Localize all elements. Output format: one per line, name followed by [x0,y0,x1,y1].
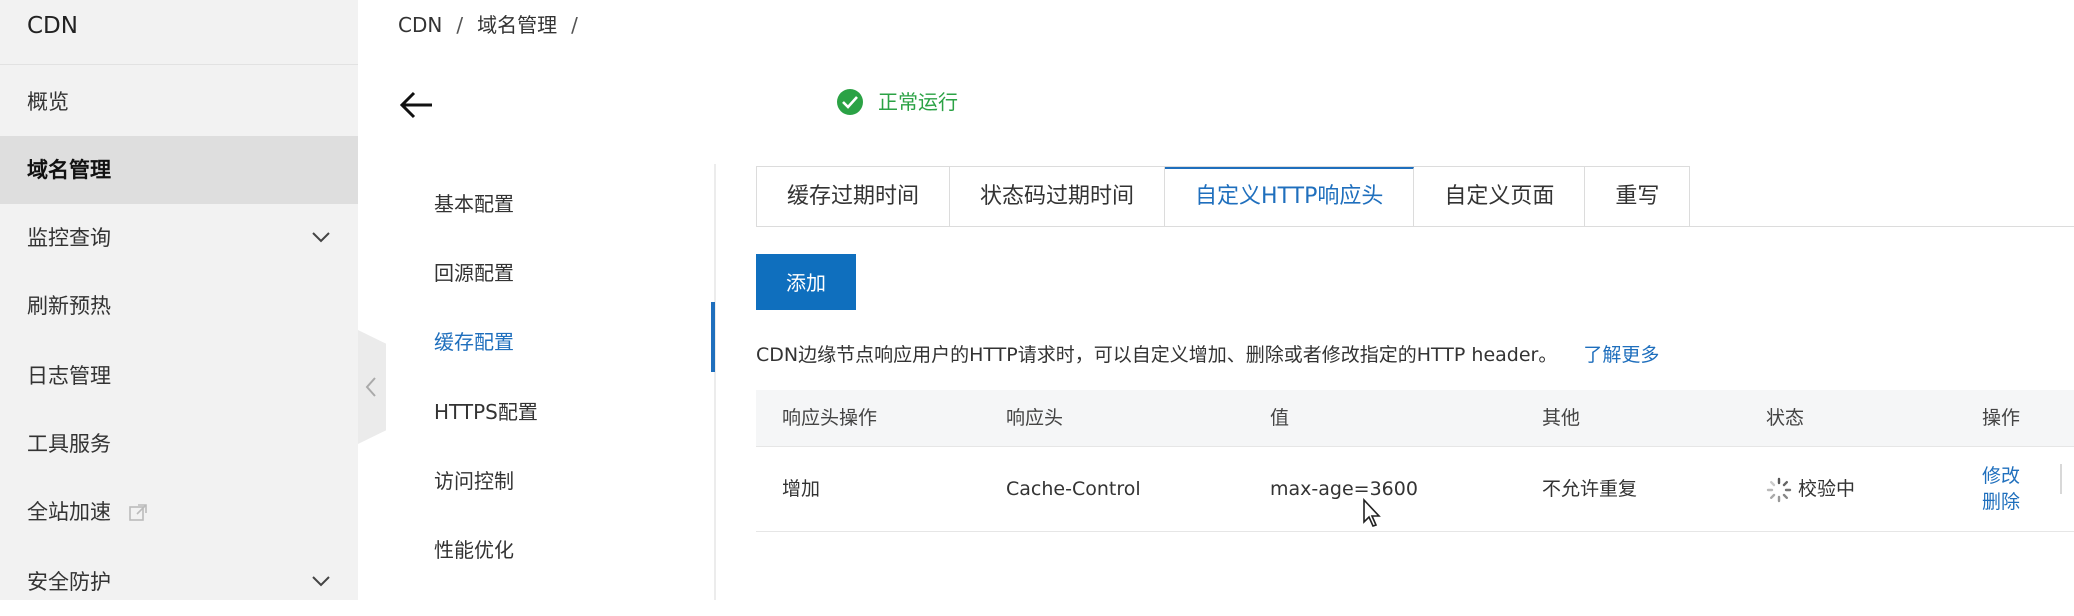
sidebar-item-logs[interactable]: 日志管理 [0,342,358,410]
sidebar-item-security[interactable]: 安全防护 [0,548,358,616]
cell-status: 校验中 [1766,447,1855,531]
subnav-origin-config[interactable]: 回源配置 [434,253,514,293]
breadcrumb-link-cdn[interactable]: CDN [398,13,442,37]
cell-actions: 修改 删除 [1982,463,2020,515]
cell-other: 不允许重复 [1542,478,1638,500]
breadcrumb-separator: / [571,13,578,37]
sidebar-item-label: 日志管理 [27,364,111,388]
sidebar-item-dcdn[interactable]: 全站加速 [0,478,358,546]
subnav-basic-config[interactable]: 基本配置 [434,184,514,224]
learn-more-link[interactable]: 了解更多 [1583,344,1659,366]
tab-custom-page[interactable]: 自定义页面 [1414,167,1586,227]
response-header-table: 响应头操作 响应头 值 其他 状态 操作 增加 Cache-Control ma… [756,390,2074,532]
config-subnav: 基本配置 回源配置 缓存配置 HTTPS配置 访问控制 性能优化 [358,164,716,600]
sidebar: CDN 概览 域名管理 监控查询 刷新预热 日志管理 工具服务 全站加速 安全防… [0,0,358,600]
column-header: 响应头 [1006,407,1064,429]
column-header: 其他 [1542,407,1581,429]
column-header: 状态 [1766,407,1805,429]
sidebar-item-label: 监控查询 [27,226,111,250]
back-arrow-icon[interactable] [398,90,436,120]
cell-operation: 增加 [782,478,821,500]
tab-rewrite[interactable]: 重写 [1585,167,1690,227]
description: CDN边缘节点响应用户的HTTP请求时，可以自定义增加、删除或者修改指定的HTT… [756,340,1659,370]
tab-status-code-expiry[interactable]: 状态码过期时间 [950,167,1166,227]
chevron-down-icon [312,232,330,243]
sidebar-item-monitoring[interactable]: 监控查询 [0,204,358,272]
tab-cache-expiry[interactable]: 缓存过期时间 [757,167,951,227]
sidebar-item-tools[interactable]: 工具服务 [0,410,358,478]
subnav-divider [714,164,716,600]
check-circle-icon [837,89,863,115]
breadcrumb: CDN / 域名管理 / [398,10,592,40]
cell-header: Cache-Control [1006,478,1141,500]
edit-link[interactable]: 修改 [1982,463,2020,489]
subnav-performance[interactable]: 性能优化 [434,530,514,570]
sidebar-item-label: 概览 [27,90,69,114]
breadcrumb-separator: / [456,13,464,37]
subnav-active-indicator [711,302,715,372]
external-link-icon [128,504,147,521]
add-button[interactable]: 添加 [756,254,856,310]
table-header: 响应头操作 响应头 值 其他 状态 操作 [756,390,2074,447]
status-label: 校验中 [1798,478,1856,500]
sidebar-title: CDN [0,0,358,65]
description-text: CDN边缘节点响应用户的HTTP请求时，可以自定义增加、删除或者修改指定的HTT… [756,344,1558,366]
mouse-cursor-icon [1363,498,1381,527]
tabs-divider [756,226,2074,227]
sidebar-item-refresh-preload[interactable]: 刷新预热 [0,272,358,340]
subnav-https-config[interactable]: HTTPS配置 [434,392,538,432]
cache-tabs: 缓存过期时间 状态码过期时间 自定义HTTP响应头 自定义页面 重写 [756,166,1691,227]
sidebar-item-label: 工具服务 [27,432,111,456]
spinner-icon [1766,477,1792,502]
sidebar-item-label: 安全防护 [27,570,111,594]
sidebar-item-label: 域名管理 [27,158,111,182]
column-header: 操作 [1982,407,2021,429]
sidebar-item-domain-management[interactable]: 域名管理 [0,136,358,204]
column-header: 值 [1270,407,1290,429]
tab-custom-http-headers[interactable]: 自定义HTTP响应头 [1165,167,1415,227]
status-text: 正常运行 [878,90,958,114]
delete-link[interactable]: 删除 [1982,489,2020,515]
domain-status: 正常运行 [836,86,958,118]
cell-value: max-age=3600 [1270,478,1418,500]
chevron-down-icon [312,576,330,587]
subnav-access-control[interactable]: 访问控制 [434,461,514,501]
sidebar-item-overview[interactable]: 概览 [0,68,358,136]
breadcrumb-link-domain-management[interactable]: 域名管理 [477,13,557,37]
table-row: 增加 Cache-Control max-age=3600 不允许重复 校验中 … [756,447,2074,532]
table-scroll-edge [2060,464,2062,494]
subnav-cache-config[interactable]: 缓存配置 [434,322,514,362]
sidebar-item-label: 全站加速 [27,500,111,524]
column-header: 响应头操作 [782,407,878,429]
sidebar-item-label: 刷新预热 [27,294,111,318]
